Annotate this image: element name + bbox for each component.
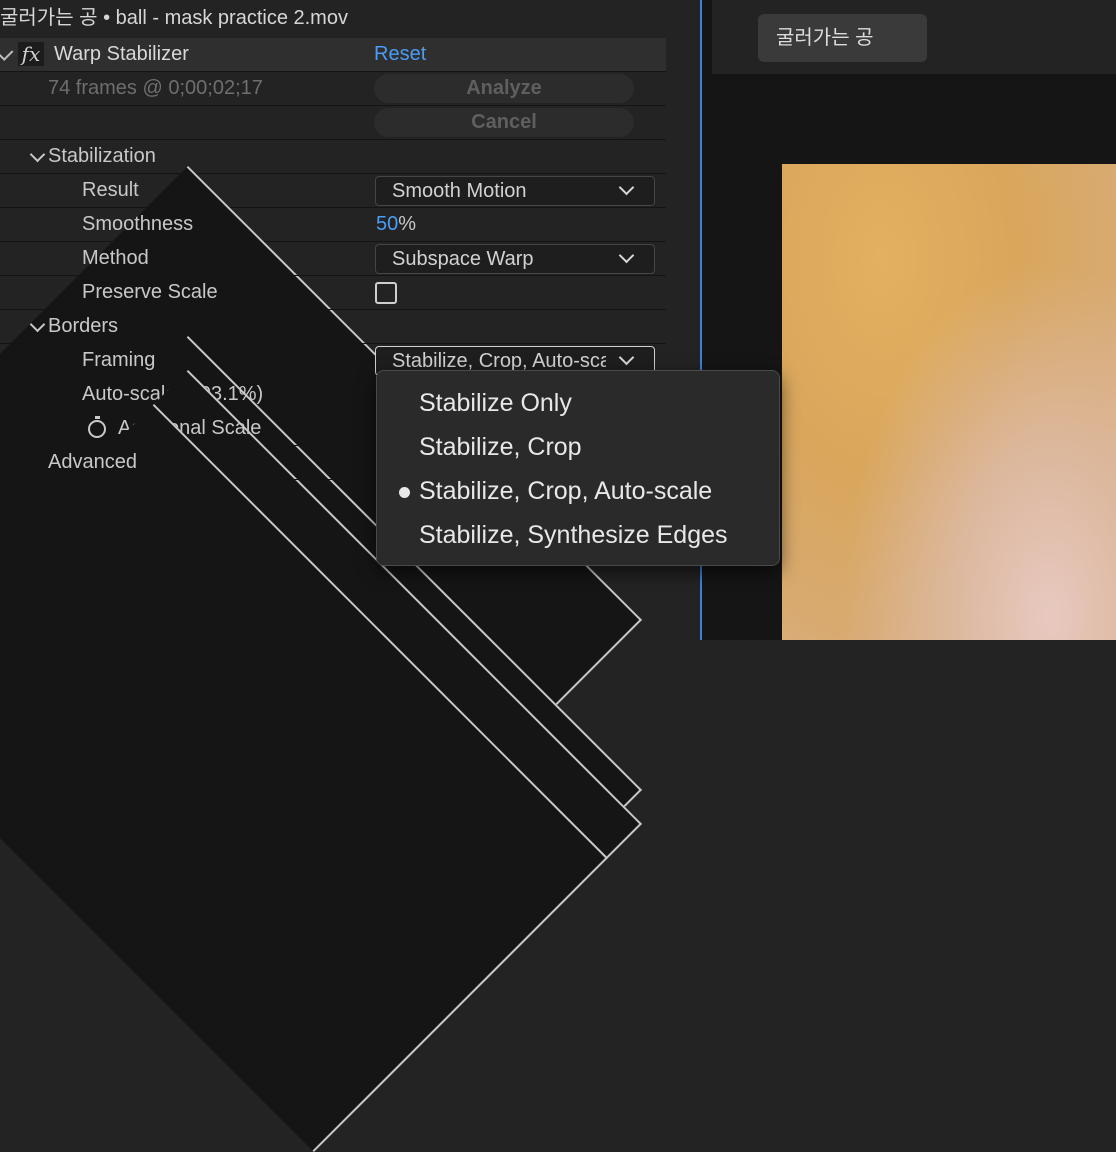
panel-title: 굴러가는 공 • ball - mask practice 2.mov <box>0 7 348 29</box>
framing-label: Framing <box>82 349 156 371</box>
video-frame <box>782 164 1116 640</box>
preserve-scale-checkbox[interactable] <box>375 282 397 304</box>
cancel-row: Cancel <box>0 106 666 140</box>
cancel-button[interactable]: Cancel <box>374 108 634 137</box>
result-label: Result <box>82 179 139 201</box>
menu-item-stabilize-crop-autoscale[interactable]: Stabilize, Crop, Auto-scale <box>419 476 712 506</box>
smoothness-field[interactable]: 50% <box>376 208 416 241</box>
stabilization-group[interactable]: Stabilization <box>0 140 666 174</box>
effect-header-row[interactable]: fx Warp Stabilizer Reset <box>0 38 666 72</box>
menu-item-stabilize-crop[interactable]: Stabilize, Crop <box>419 432 582 462</box>
chevron-down-icon <box>618 179 635 196</box>
smoothness-value[interactable]: 50 <box>376 213 398 235</box>
selected-bullet-icon <box>399 487 410 498</box>
smoothness-label: Smoothness <box>82 213 194 235</box>
fx-icon[interactable]: fx <box>18 42 44 66</box>
viewer-tab-bar: 굴러가는 공 <box>712 0 1116 74</box>
borders-label: Borders <box>48 315 119 337</box>
framing-options-menu: Stabilize Only Stabilize, Crop Stabilize… <box>376 370 780 566</box>
stabilization-label: Stabilization <box>48 145 156 167</box>
method-dropdown[interactable]: Subspace Warp <box>375 244 655 274</box>
result-row: Result Smooth Motion <box>0 174 666 208</box>
menu-item-stabilize-only[interactable]: Stabilize Only <box>419 388 572 418</box>
preserve-scale-label: Preserve Scale <box>82 281 218 303</box>
smoothness-unit: % <box>398 213 417 235</box>
method-row: Method Subspace Warp <box>0 242 666 276</box>
smoothness-row: Smoothness 50% <box>0 165 666 915</box>
chevron-down-icon[interactable] <box>29 316 46 333</box>
chevron-down-icon[interactable] <box>29 146 46 163</box>
frames-info: 74 frames @ 0;00;02;17 <box>48 77 263 99</box>
advanced-label: Advanced <box>48 451 137 473</box>
menu-item-stabilize-synthesize-edges[interactable]: Stabilize, Synthesize Edges <box>419 520 728 550</box>
preserve-scale-row: Preserve Scale <box>0 276 666 310</box>
analyze-row: 74 frames @ 0;00;02;17 Analyze <box>0 72 666 106</box>
method-value: Subspace Warp <box>392 248 534 270</box>
chevron-down-icon <box>618 247 635 264</box>
chevron-down-icon <box>618 349 635 366</box>
method-label: Method <box>82 247 149 269</box>
stopwatch-icon[interactable] <box>88 416 106 438</box>
effect-enabled-check-icon[interactable] <box>0 46 14 61</box>
reset-link[interactable]: Reset <box>374 38 426 71</box>
analyze-button[interactable]: Analyze <box>374 74 634 103</box>
result-dropdown[interactable]: Smooth Motion <box>375 176 655 206</box>
effect-name: Warp Stabilizer <box>54 43 189 65</box>
viewer-tab[interactable]: 굴러가는 공 <box>758 14 927 62</box>
result-value: Smooth Motion <box>392 180 527 202</box>
borders-group[interactable]: Borders <box>0 310 666 344</box>
